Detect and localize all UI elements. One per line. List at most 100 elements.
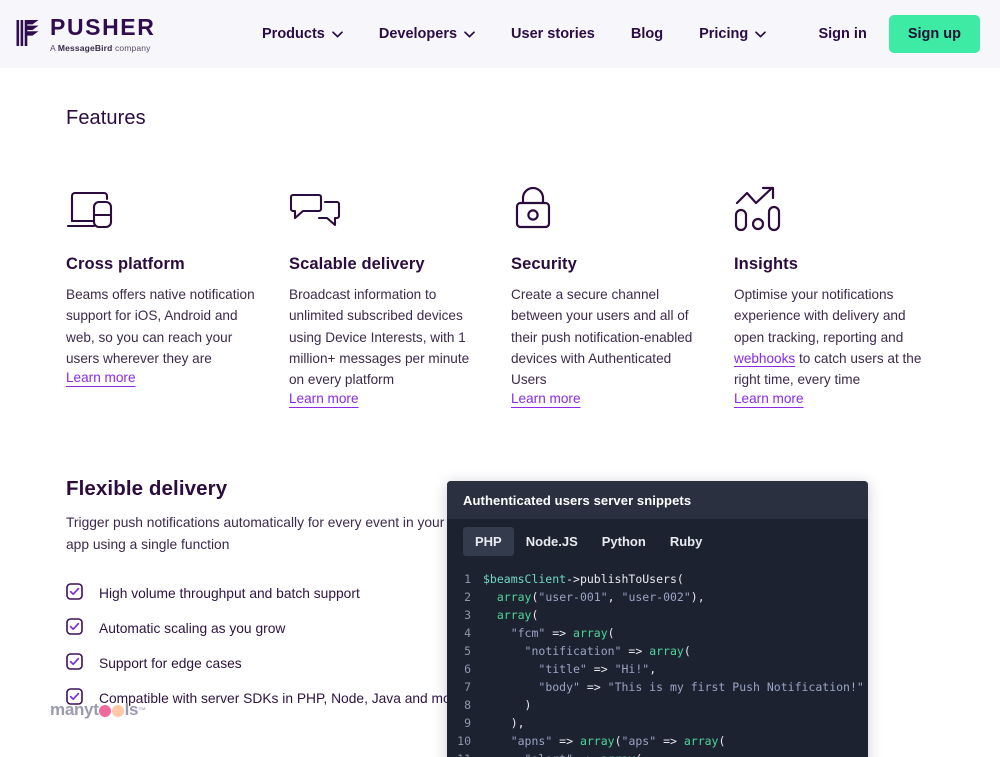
code-text: "notification" => array( <box>524 644 691 659</box>
code-line: 7 "body" => "This is my first Push Notif… <box>447 678 868 696</box>
code-text: array("user-001", "user-002"), <box>496 590 705 605</box>
line-number: 4 <box>464 626 471 641</box>
line-number: 7 <box>464 680 471 695</box>
chevron-down-icon <box>755 30 767 38</box>
header-actions: Sign in Sign up <box>818 15 980 53</box>
code-line: 3 array( <box>447 606 868 624</box>
webhooks-link[interactable]: webhooks <box>734 351 795 366</box>
code-line: 2 array("user-001", "user-002"), <box>447 588 868 606</box>
chart-trend-icon <box>734 171 934 233</box>
site-header: PUSHER A MessageBird company Products De… <box>0 0 1000 68</box>
nav-label: Products <box>262 26 325 42</box>
code-editor-area[interactable]: 1 $beamsClient->publishToUsers(2 array("u… <box>447 564 868 757</box>
line-number: 5 <box>464 644 471 659</box>
learn-more-link-security[interactable]: Learn more <box>511 391 581 406</box>
code-text: "body" => "This is my first Push Notific… <box>538 680 864 695</box>
code-text: $beamsClient->publishToUsers( <box>483 572 684 587</box>
line-number: 6 <box>464 662 471 677</box>
checklist-label: Support for edge cases <box>99 656 242 672</box>
feature-card-cross-platform: Cross platform Beams offers native notif… <box>66 171 289 408</box>
tab-nodejs[interactable]: Node.JS <box>514 527 590 556</box>
line-number: 3 <box>464 608 471 623</box>
features-section-title: Features <box>66 107 146 129</box>
flexible-delivery-section: Flexible delivery Trigger push notificat… <box>0 477 1000 757</box>
checklist-label: Automatic scaling as you grow <box>99 621 286 637</box>
brand-name: PUSHER <box>50 14 156 41</box>
sign-in-link[interactable]: Sign in <box>818 26 866 42</box>
watermark-trademark: ™ <box>138 705 146 715</box>
feature-body: Beams offers native notification support… <box>66 287 255 366</box>
feature-body: Create a secure channel between your use… <box>511 287 693 388</box>
watermark-text-2: ls <box>124 700 139 719</box>
pusher-logo-icon <box>16 19 42 52</box>
code-line: 6 "title" => "Hi!", <box>447 660 868 678</box>
feature-card-security: Security Create a secure channel between… <box>511 171 734 408</box>
page-content: Features Cross platform Beams offers nat… <box>0 107 1000 757</box>
nav-item-products[interactable]: Products <box>262 26 343 42</box>
watermark-text-1: manyt <box>50 700 99 719</box>
features-grid: Cross platform Beams offers native notif… <box>66 171 1000 408</box>
nav-label: Developers <box>378 26 458 42</box>
feature-checklist: High volume throughput and batch support… <box>66 576 470 716</box>
code-line: 4 "fcm" => array( <box>447 624 868 642</box>
line-number: 1 <box>464 572 471 587</box>
code-text: "apns" => array("aps" => array( <box>510 734 726 749</box>
nav-item-blog[interactable]: Blog <box>631 26 663 42</box>
checkbox-checked-icon[interactable] <box>66 653 83 675</box>
checklist-item: High volume throughput and batch support <box>66 576 470 611</box>
feature-card-scalable-delivery: Scalable delivery Broadcast information … <box>289 171 511 408</box>
chevron-down-icon <box>464 30 475 38</box>
code-line: 1 $beamsClient->publishToUsers( <box>447 570 868 588</box>
feature-heading: Scalable delivery <box>289 255 425 273</box>
learn-more-link-scalable-delivery[interactable]: Learn more <box>289 391 359 406</box>
code-text: ), <box>483 716 525 731</box>
feature-card-insights: Insights Optimise your notifications exp… <box>734 171 964 408</box>
brand-tagline: A MessageBird company <box>50 42 151 53</box>
checklist-item: Support for edge cases <box>66 646 470 681</box>
tab-ruby[interactable]: Ruby <box>658 527 715 556</box>
code-text: "alert" => array( <box>483 750 643 757</box>
code-line: 11 "alert" => array( <box>447 750 868 757</box>
code-line: 5 "notification" => array( <box>447 642 868 660</box>
tab-python[interactable]: Python <box>590 527 658 556</box>
watermark-dot-pink <box>99 705 112 717</box>
line-number: 9 <box>464 716 471 731</box>
feature-body: Broadcast information to unlimited subsc… <box>289 287 470 388</box>
checklist-label: Compatible with server SDKs in PHP, Node… <box>99 691 463 707</box>
feature-body: Optimise your notifications experience w… <box>734 284 934 390</box>
nav-item-developers[interactable]: Developers <box>379 26 475 42</box>
flexible-delivery-heading: Flexible delivery <box>66 477 228 501</box>
feature-heading: Cross platform <box>66 255 185 273</box>
code-language-tabs: PHP Node.JS Python Ruby <box>447 519 868 564</box>
sign-up-button[interactable]: Sign up <box>888 15 980 53</box>
checkbox-checked-icon[interactable] <box>66 618 83 640</box>
code-text: array( <box>496 608 539 623</box>
line-number: 10 <box>457 734 471 749</box>
brand-logo[interactable]: PUSHER A MessageBird company <box>16 14 216 53</box>
nav-label: User stories <box>511 26 595 42</box>
devices-icon <box>66 171 259 233</box>
chat-bubbles-icon <box>289 171 481 233</box>
code-text: "title" => "Hi!", <box>538 662 657 677</box>
tab-php[interactable]: PHP <box>463 527 514 557</box>
code-panel-title: Authenticated users server snippets <box>447 481 868 520</box>
checklist-label: High volume throughput and batch support <box>99 586 360 602</box>
feature-body-before: Optimise your notifications experience w… <box>734 287 906 345</box>
flexible-delivery-paragraph: Trigger push notifications automatically… <box>66 515 445 552</box>
main-navigation: Products Developers User stories Blog Pr… <box>262 26 767 42</box>
checkbox-checked-icon[interactable] <box>66 583 83 605</box>
lock-icon <box>511 171 704 233</box>
feature-heading: Insights <box>734 255 799 273</box>
watermark-dot-peach <box>112 705 125 717</box>
code-line: 9 ), <box>447 714 868 732</box>
flexible-delivery-copy: Flexible delivery Trigger push notificat… <box>0 477 470 716</box>
learn-more-link-insights[interactable]: Learn more <box>734 391 804 406</box>
chevron-down-icon <box>331 30 343 38</box>
line-number: 11 <box>447 750 483 757</box>
nav-item-pricing[interactable]: Pricing <box>699 26 767 42</box>
learn-more-link-cross-platform[interactable]: Learn more <box>66 370 136 385</box>
nav-item-user-stories[interactable]: User stories <box>511 26 595 42</box>
nav-label: Pricing <box>699 26 749 42</box>
line-number: 8 <box>464 698 471 713</box>
code-line: 10 "apns" => array("aps" => array( <box>447 732 868 750</box>
